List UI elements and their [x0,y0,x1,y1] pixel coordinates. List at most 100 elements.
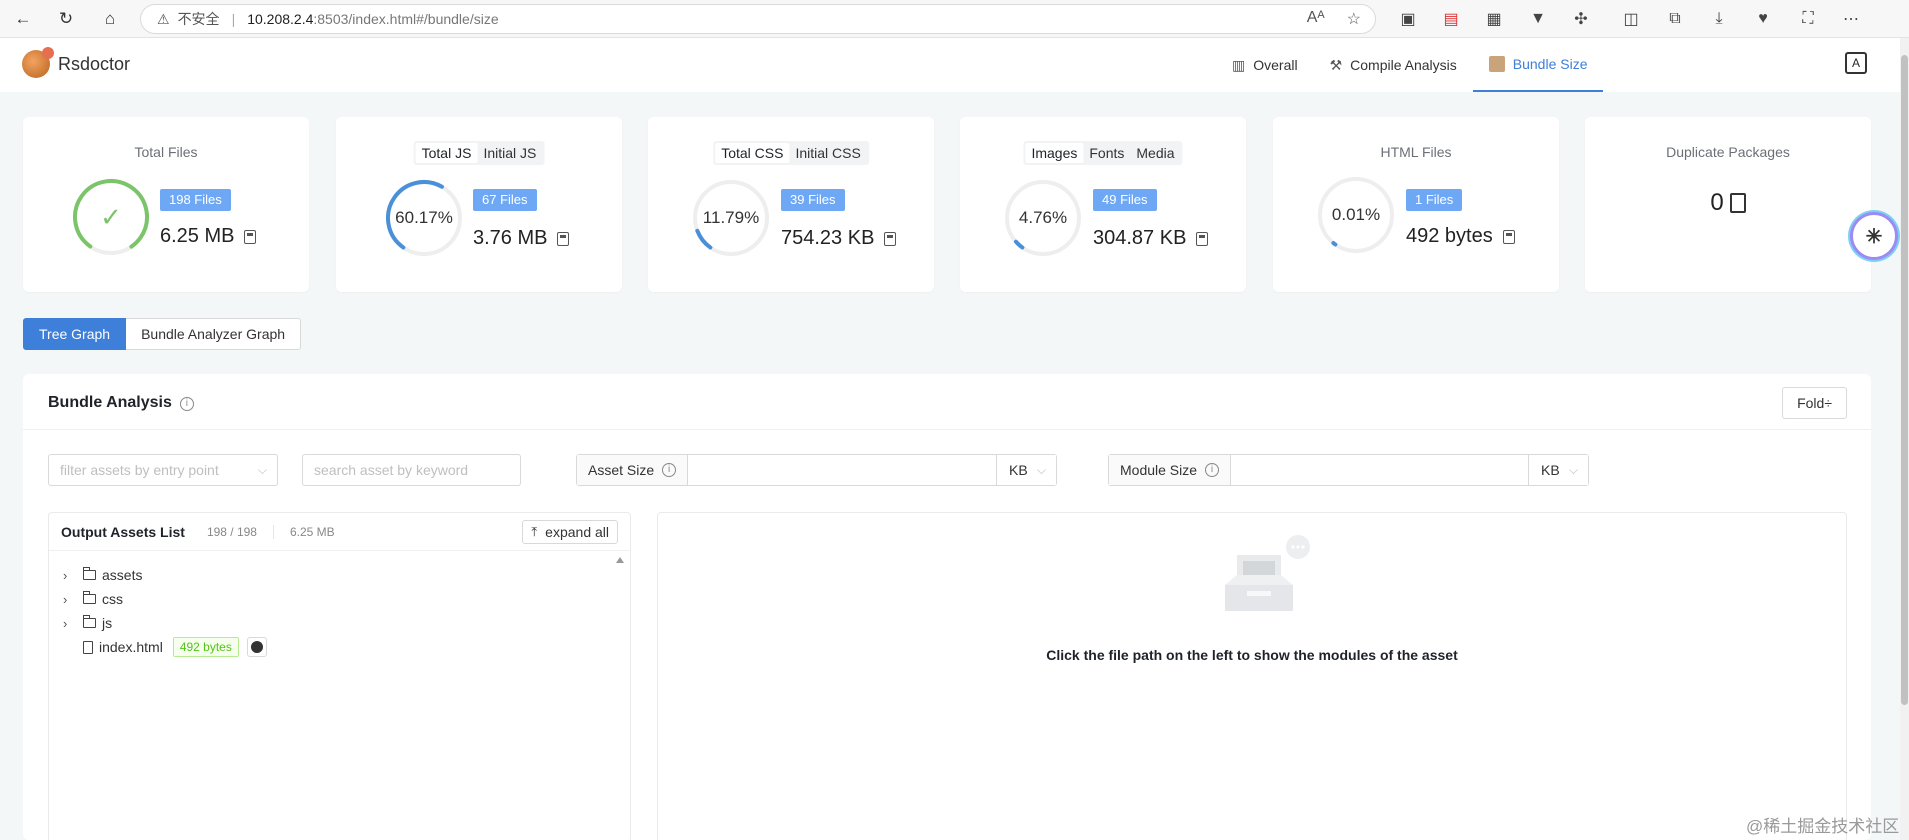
home-icon[interactable]: ⌂ [97,7,123,31]
info-icon[interactable]: i [179,397,194,411]
app-name: Rsdoctor [58,53,131,74]
tab-bundle-size[interactable]: Bundle Size [1472,38,1604,92]
floating-assistant-icon[interactable]: ✳ [1850,212,1898,260]
seg-total-css[interactable]: Total CSS [715,143,790,163]
total-files-card: Total Files ✓ 198 Files 6.25 MB [23,117,309,292]
folder-icon [83,591,96,604]
scrollbar-thumb[interactable] [1901,55,1908,705]
folder-name: assets [102,567,143,583]
asset-size-input[interactable] [688,455,996,485]
calculator-icon[interactable] [244,229,257,244]
empty-state-message: Click the file path on the left to show … [1046,647,1458,663]
fold-icon: ÷ [1824,395,1832,411]
card-title: Total Files [134,144,198,160]
duplicate-count: 0 [1585,189,1871,217]
chevron-right-icon[interactable]: › [63,592,79,607]
more-menu-icon[interactable]: ⋯ [1840,8,1862,30]
tree-folder-css[interactable]: › css [63,587,267,611]
url-separator: | [231,11,236,27]
seg-total-js[interactable]: Total JS [415,143,478,163]
performance-icon[interactable]: ♥ [1752,8,1774,30]
media-files-card: Images Fonts Media 4.76% 49 Files 304.87… [960,117,1246,292]
back-icon[interactable]: ← [10,7,36,31]
app-logo[interactable]: Rsdoctor [22,47,131,78]
info-icon[interactable]: i [1205,463,1220,477]
media-progress-ring: 4.76% [1003,178,1083,258]
percent-text: 4.76% [1018,208,1068,227]
calculator-icon[interactable] [884,231,897,246]
collections-icon[interactable]: ⧉ [1664,8,1686,30]
filter-placeholder: filter assets by entry point [60,462,219,478]
tree-folder-assets[interactable]: › assets [63,563,267,587]
panel-header: Bundle Analysis i Fold ÷ [23,374,1871,430]
module-size-input[interactable] [1231,455,1528,485]
asset-size-filter: Asset Size i KB ⌵ [576,454,1057,486]
extension-icon[interactable]: ▣ [1397,8,1419,30]
translate-icon[interactable]: A [1845,52,1867,74]
app-header: Rsdoctor ▥ Overall ⚒ Compile Analysis Bu… [0,38,1900,92]
asset-detail-button[interactable] [246,637,267,657]
fold-button[interactable]: Fold ÷ [1782,387,1847,419]
seg-initial-js[interactable]: Initial JS [477,143,542,163]
extension-icon[interactable]: ▤ [1440,8,1462,30]
address-bar[interactable]: ⚠ 不安全 | 10.208.2.4:8503/index.html#/bund… [140,4,1376,34]
folder-name: css [102,591,123,607]
tab-label: Bundle Size [1512,56,1588,72]
tree-folder-js[interactable]: › js [63,611,267,635]
document-search-icon[interactable] [1729,193,1746,213]
assets-count: 198 / 198 [207,524,274,539]
info-icon[interactable]: i [662,463,677,477]
seg-initial-css[interactable]: Initial CSS [789,143,866,163]
favorite-star-icon[interactable]: ☆ [1347,9,1361,29]
asset-size-text: Asset Size [588,462,655,478]
puzzle-icon[interactable]: ✣ [1570,8,1592,30]
read-aloud-icon[interactable]: Aᴬ [1307,9,1325,29]
url-host: 10.208.2.4 [247,11,314,27]
module-icon [250,641,263,653]
chevron-right-icon[interactable]: › [63,616,79,631]
file-count-badge: 39 Files [781,189,845,211]
tab-compile-analysis[interactable]: ⚒ Compile Analysis [1314,38,1473,92]
asset-size-label: Asset Size i [577,455,689,485]
check-icon: ✓ [100,201,122,232]
chevron-right-icon[interactable]: › [63,568,79,583]
unit-label: KB [1009,462,1028,478]
folder-icon [83,615,96,628]
bundle-analyzer-graph-button[interactable]: Bundle Analyzer Graph [126,318,302,350]
percent-text: 0.01% [1331,205,1381,224]
split-screen-icon[interactable]: ◫ [1620,8,1642,30]
calculator-icon[interactable] [1196,231,1209,246]
calculator-icon[interactable] [557,231,570,246]
size-text: 304.87 KB [1093,227,1187,249]
asset-size-unit-select[interactable]: KB ⌵ [996,455,1056,485]
calculator-icon[interactable] [1502,229,1515,244]
chevron-down-icon: ⌵ [1568,462,1578,477]
scroll-up-icon[interactable] [616,557,624,563]
file-icon [83,640,93,654]
reload-icon[interactable]: ↻ [53,7,79,31]
size-value: 3.76 MB [473,227,570,250]
asset-search-input[interactable]: search asset by keyword [302,454,521,486]
tree-file-index-html[interactable]: index.html 492 bytes [63,635,267,659]
expand-all-button[interactable]: ⤒ expand all [522,520,618,544]
file-count-badge: 49 Files [1093,189,1157,211]
expand-icon: ⤒ [531,524,538,539]
size-text: 754.23 KB [781,227,875,249]
graph-view-toggle: Tree Graph Bundle Analyzer Graph [23,318,302,350]
qr-extension-icon[interactable]: ▦ [1483,8,1505,30]
bundle-analysis-panel: Bundle Analysis i Fold ÷ filter assets by … [23,374,1871,840]
entry-point-filter-select[interactable]: filter assets by entry point ⌵ [48,454,278,486]
browser-toolbar: ← ↻ ⌂ ⚠ 不安全 | 10.208.2.4:8503/index.html… [0,0,1909,38]
screenshot-icon[interactable]: ⛶ [1797,8,1819,30]
seg-images[interactable]: Images [1025,143,1084,163]
assets-total-size: 6.25 MB [289,524,335,539]
seg-media[interactable]: Media [1130,143,1180,163]
tree-graph-button[interactable]: Tree Graph [23,318,127,350]
panel-title: Bundle Analysis i [48,394,194,412]
module-size-unit-select[interactable]: KB ⌵ [1528,455,1588,485]
vue-extension-icon[interactable]: ▼ [1527,8,1549,30]
seg-fonts[interactable]: Fonts [1083,143,1130,163]
download-icon[interactable]: ⤓ [1708,8,1730,30]
card-title: HTML Files [1380,144,1452,160]
tab-overall[interactable]: ▥ Overall [1216,38,1314,92]
